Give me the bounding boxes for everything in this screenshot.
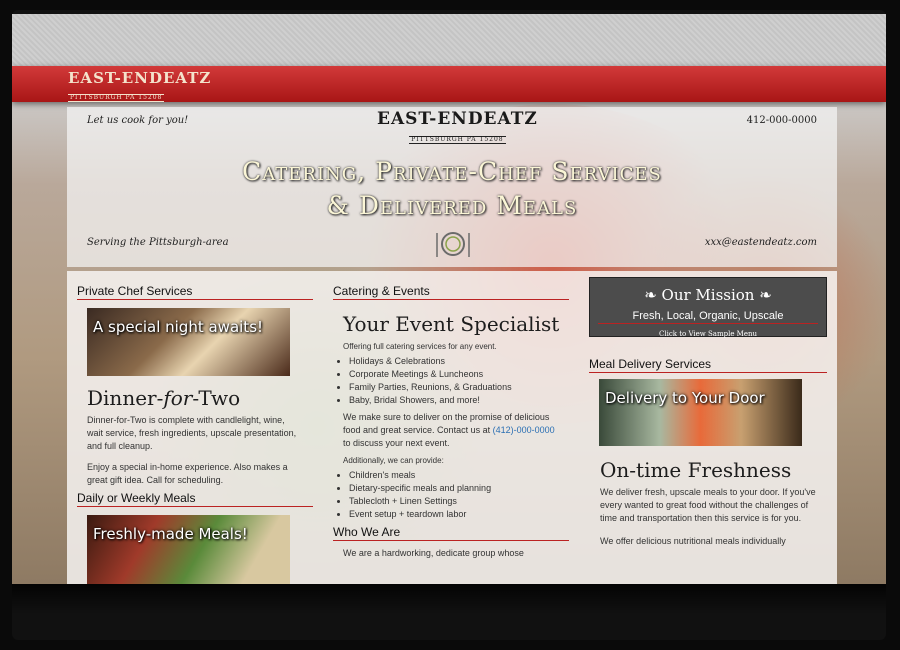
title-part: for	[163, 386, 193, 410]
section-header: Private Chef Services	[77, 284, 313, 300]
dinner-description-2: Enjoy a special in-home experience. Also…	[87, 462, 288, 485]
hero-headline-line2: & Delivered Meals	[326, 191, 578, 220]
dinner-for-two-title: Dinner-for-Two	[87, 386, 323, 410]
title-part: -Two	[192, 386, 241, 410]
sample-menu-link[interactable]: Click to View Sample Menu	[590, 330, 826, 338]
section-header: Daily or Weekly Meals	[77, 491, 313, 507]
private-chef-column: Private Chef Services A special night aw…	[67, 271, 323, 584]
dinner-photo: A special night awaits!	[87, 308, 290, 376]
photo-caption: Delivery to Your Door	[605, 389, 765, 407]
text: to discuss your next event.	[343, 438, 450, 448]
event-list: Holidays & Celebrations Corporate Meetin…	[323, 355, 579, 407]
delivery-description-2: We offer delicious nutritional meals ind…	[600, 536, 786, 546]
catering-intro: Offering full catering services for any …	[343, 342, 497, 351]
hero-email[interactable]: xxx@eastendeatz.com	[705, 237, 817, 248]
list-item: Baby, Bridal Showers, and more!	[349, 394, 579, 407]
background-texture	[12, 14, 886, 66]
list-item: Event setup + teardown labor	[349, 508, 579, 521]
delivery-column: ❧ Our Mission ❧ Fresh, Local, Organic, U…	[579, 271, 837, 584]
browser-viewport: EAST-ENDEATZ PITTSBURGH PA 15208 Let us …	[12, 14, 886, 584]
nav-logo[interactable]: EAST-ENDEATZ PITTSBURGH PA 15208	[68, 71, 211, 102]
top-navigation-bar: EAST-ENDEATZ PITTSBURGH PA 15208	[12, 66, 886, 102]
hero-banner: Let us cook for you! EAST-ENDEATZ PITTSB…	[67, 107, 837, 267]
catering-contact-text: We make sure to deliver on the promise o…	[343, 411, 559, 450]
photo-caption: Freshly-made Meals!	[93, 525, 248, 543]
mission-button[interactable]: ❧ Our Mission ❧ Fresh, Local, Organic, U…	[589, 277, 827, 338]
list-item: Holidays & Celebrations	[349, 355, 579, 368]
who-we-are-text: We are a hardworking, dedicate group who…	[343, 548, 524, 558]
services-list: Children's meals Dietary-specific meals …	[323, 469, 579, 521]
list-item: Dietary-specific meals and planning	[349, 482, 579, 495]
section-header: Catering & Events	[333, 284, 569, 300]
section-header: Meal Delivery Services	[589, 357, 827, 373]
catering-column: Catering & Events Your Event Specialist …	[323, 271, 579, 584]
dinner-description: Dinner-for-Two is complete with candleli…	[87, 415, 297, 451]
additional-services-label: Additionally, we can provide:	[343, 456, 444, 465]
list-item: Children's meals	[349, 469, 579, 482]
list-item: Corporate Meetings & Luncheons	[349, 368, 579, 381]
delivery-description: We deliver fresh, upscale meals to your …	[600, 487, 816, 523]
hero-tagline: Let us cook for you!	[87, 115, 189, 126]
photo-caption: A special night awaits!	[93, 318, 264, 336]
list-item: Tablecloth + Linen Settings	[349, 495, 579, 508]
logo-name: EAST-ENDEATZ	[68, 69, 212, 87]
logo-location: PITTSBURGH PA 15208	[409, 136, 506, 144]
hero-logo[interactable]: EAST-ENDEATZ PITTSBURGH PA 15208	[377, 111, 538, 144]
hero-phone[interactable]: 412-000-0000	[747, 115, 817, 126]
phone-link[interactable]: (412)-000-0000	[493, 425, 555, 435]
plate-and-cutlery-icon	[436, 232, 470, 257]
delivery-photo: Delivery to Your Door	[599, 379, 802, 446]
logo-location: PITTSBURGH PA 15208	[68, 94, 165, 102]
mission-title: ❧ Our Mission ❧	[644, 286, 772, 304]
logo-name: EAST-ENDEATZ	[377, 109, 538, 129]
on-time-freshness-title: On-time Freshness	[600, 458, 792, 482]
mission-subtitle: Fresh, Local, Organic, Upscale	[598, 310, 818, 324]
list-item: Family Parties, Reunions, & Graduations	[349, 381, 579, 394]
screen-shadow	[12, 584, 886, 614]
hero-service-area: Serving the Pittsburgh-area	[87, 237, 229, 248]
section-header: Who We Are	[333, 525, 569, 541]
title-part: Dinner-	[87, 386, 164, 410]
event-specialist-title: Your Event Specialist	[343, 312, 560, 336]
meals-photo: Freshly-made Meals!	[87, 515, 290, 584]
hero-headline-line1: Catering, Private-Chef Services	[242, 157, 662, 186]
